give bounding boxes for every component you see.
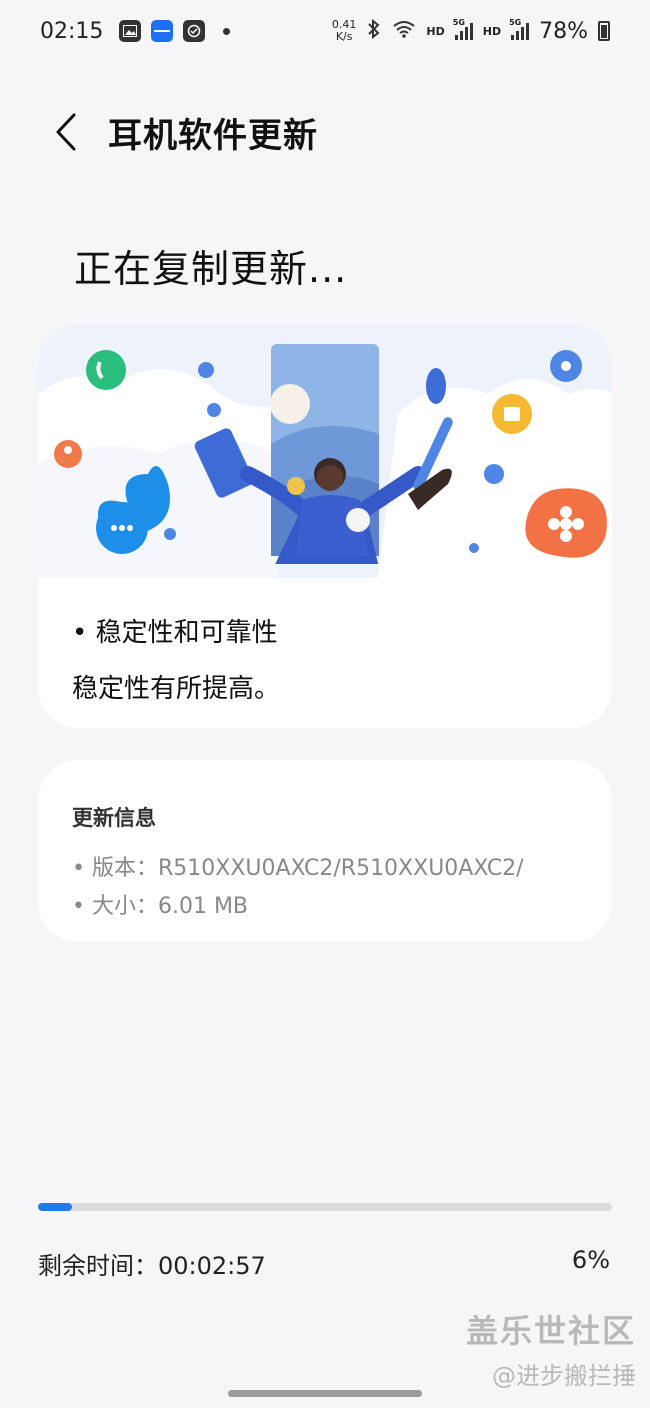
photo-icon (119, 20, 142, 42)
page-title: 耳机软件更新 (108, 115, 318, 156)
bluetooth-icon (366, 18, 382, 43)
hd-label-2: HD (482, 24, 502, 38)
update-info-card: 更新信息 • 版本：R510XXU0AXC2/R510XXU0AXC2/ • 大… (38, 760, 612, 942)
status-right: 0.41 K/s HD 5G HD 5G 78% (332, 18, 610, 44)
signal-icon-2: 5G (509, 18, 530, 40)
progress-bar (38, 1203, 612, 1211)
5g-label-1: 5G (452, 18, 465, 27)
update-info-title: 更新信息 (72, 806, 156, 830)
release-notes-card: • 稳定性和可靠性 稳定性有所提高。 (38, 324, 612, 728)
watermark-community: 盖乐世社区 (465, 1312, 636, 1350)
update-illustration (38, 324, 612, 578)
clock-app-icon (183, 20, 206, 42)
battery-percent: 78% (539, 18, 588, 44)
app-header: 耳机软件更新 (0, 62, 650, 202)
release-note-description: 稳定性有所提高。 (72, 674, 281, 704)
watermark-author: @进步搬拦捶 (492, 1362, 636, 1390)
version-line: • 版本：R510XXU0AXC2/R510XXU0AXC2/ (72, 856, 524, 881)
wifi-icon (392, 20, 416, 42)
net-speed-unit: K/s (335, 30, 353, 43)
chevron-left-icon (56, 113, 76, 151)
progress-fill (38, 1203, 73, 1211)
status-bar: 02:15 0.41 K/s HD 5G HD 5G 78% (0, 0, 650, 62)
release-note-item: • 稳定性和可靠性 (72, 618, 278, 648)
battery-icon (598, 21, 610, 41)
net-speed: 0.41 K/s (332, 19, 357, 43)
samsung-app-icon (151, 20, 174, 42)
hd-label-1: HD (426, 24, 445, 38)
time-remaining: 剩余时间：00:02:57 (38, 1252, 266, 1280)
notification-dot-icon (223, 27, 231, 35)
status-left: 02:15 (40, 18, 231, 44)
status-time: 02:15 (40, 18, 104, 44)
5g-label-2: 5G (509, 18, 522, 27)
back-button[interactable] (44, 110, 88, 154)
update-status-heading: 正在复制更新... (74, 247, 348, 291)
signal-icon: 5G (453, 18, 473, 40)
size-line: • 大小：6.01 MB (72, 894, 249, 919)
home-indicator[interactable] (228, 1390, 422, 1397)
progress-percent: 6% (571, 1246, 610, 1274)
